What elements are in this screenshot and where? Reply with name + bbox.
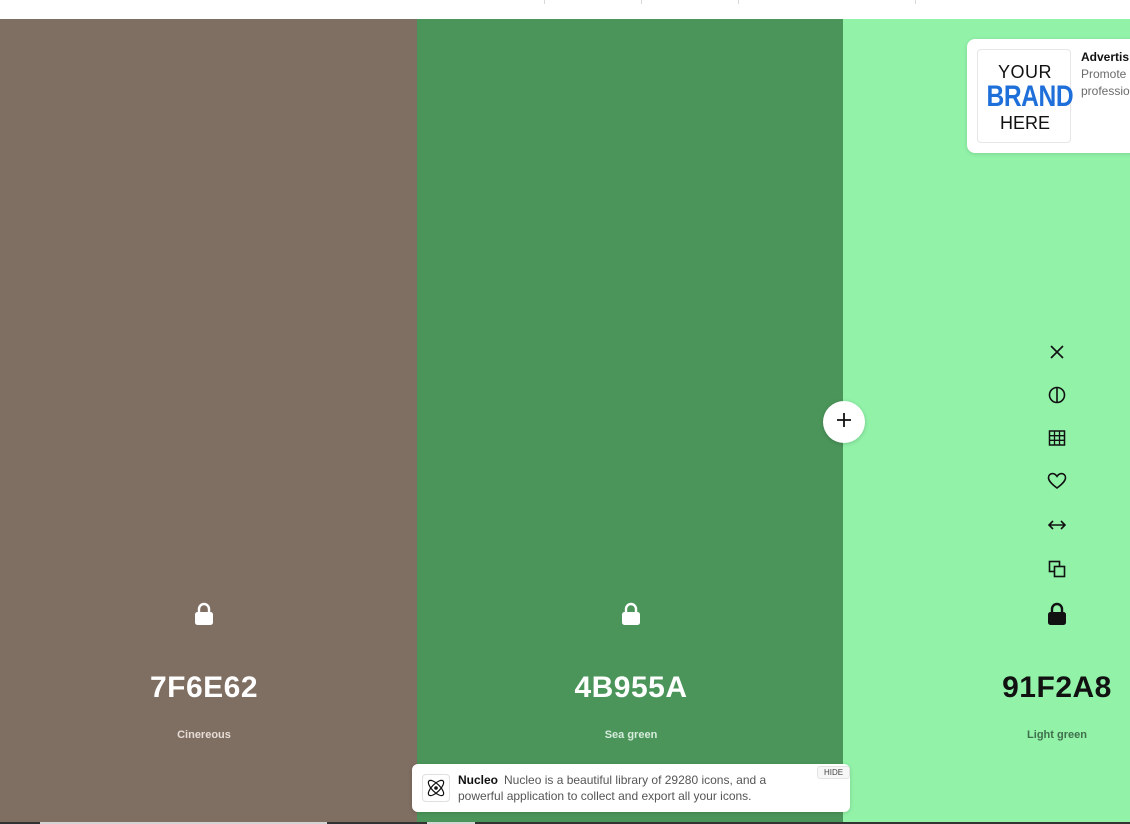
color-hex-code[interactable]: 7F6E62 (94, 671, 314, 705)
lock-icon[interactable] (621, 602, 641, 626)
color-name: Cinereous (177, 729, 231, 741)
heart-icon (1047, 472, 1067, 495)
arrows-horizontal-icon (1047, 518, 1067, 536)
remove-color-button[interactable] (1045, 342, 1069, 366)
ad-logo-line: BRAND (986, 80, 1074, 113)
add-color-button[interactable] (823, 401, 865, 443)
palette-color-column[interactable]: 7F6E62 Cinereous (0, 19, 417, 822)
ad-title: Advertis (1081, 50, 1130, 64)
palette-color-column[interactable]: 4B955A Sea green (417, 19, 843, 822)
toolbar-divider (641, 0, 642, 4)
grid-icon (1048, 429, 1066, 452)
contrast-icon (1048, 386, 1066, 409)
toolbar-divider (915, 0, 916, 4)
plus-icon (835, 411, 853, 434)
toolbar-divider (544, 0, 545, 4)
ad-logo-line: HERE (999, 113, 1050, 133)
hide-button[interactable]: HIDE (817, 766, 851, 779)
copy-icon (1048, 560, 1066, 583)
color-palette: 7F6E62 Cinereous 4B955A Sea green 91F2A8… (0, 19, 1130, 822)
sponsor-toast[interactable]: Nucleo Nucleo is a beautiful library of 2… (412, 764, 851, 812)
ad-description-text: Promote passiona professio world. (1081, 67, 1130, 98)
color-name: Light green (1027, 729, 1087, 741)
close-icon (1050, 344, 1064, 364)
top-toolbar (0, 0, 1130, 19)
view-grid-button[interactable] (1045, 428, 1069, 452)
color-hex-code[interactable]: 91F2A8 (947, 671, 1130, 705)
view-shades-button[interactable] (1045, 385, 1069, 409)
advertisement-card[interactable]: YOUR BRAND HERE Advertis Promote passion… (967, 39, 1130, 153)
copy-color-button[interactable] (1045, 559, 1069, 583)
drag-color-button[interactable] (1045, 515, 1069, 539)
toast-message: Nucleo Nucleo is a beautiful library of 2… (458, 772, 808, 804)
color-hex-code[interactable]: 4B955A (521, 671, 741, 705)
ad-brand-logo[interactable]: YOUR BRAND HERE (977, 49, 1074, 143)
toast-brand: Nucleo (458, 773, 499, 787)
lock-icon[interactable] (1047, 602, 1067, 626)
color-name: Sea green (604, 729, 658, 741)
lock-icon[interactable] (194, 602, 214, 626)
toolbar-divider (738, 0, 739, 4)
ad-description: Promote passiona professio world. Tr (1081, 66, 1130, 100)
atom-icon (422, 774, 450, 802)
save-favorite-button[interactable] (1045, 471, 1069, 495)
toast-message-text: Nucleo is a beautiful library of 29280 i… (458, 773, 767, 803)
